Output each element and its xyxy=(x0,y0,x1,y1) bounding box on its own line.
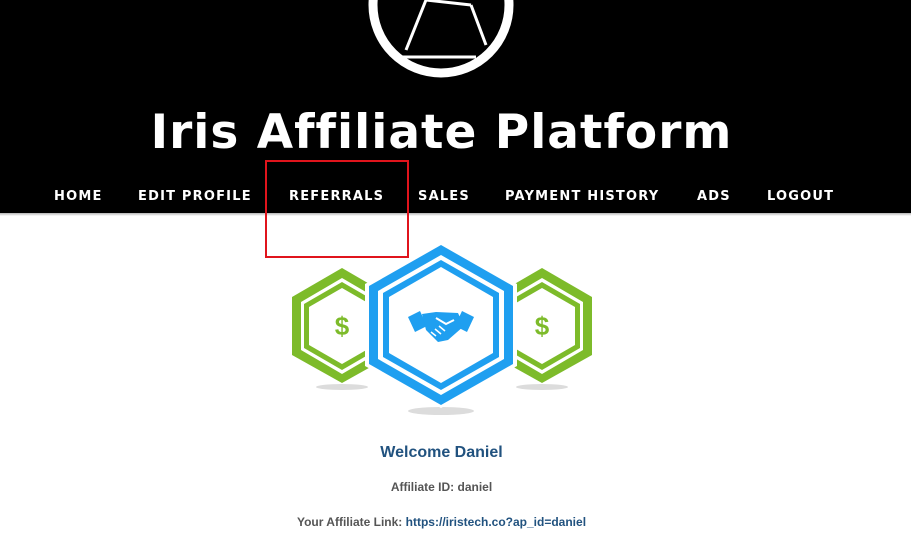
affiliate-id: Affiliate ID: daniel xyxy=(0,480,883,494)
affiliate-link-url[interactable]: https://iristech.co?ap_id=daniel xyxy=(406,515,586,529)
affiliate-id-label: Affiliate ID: xyxy=(390,480,455,494)
site-title: Iris Affiliate Platform xyxy=(150,105,733,160)
nav-home[interactable]: HOME xyxy=(54,188,103,206)
header-shadow xyxy=(0,206,911,216)
welcome-message: Welcome Daniel xyxy=(380,444,503,461)
nav-ads[interactable]: ADS xyxy=(697,188,731,206)
nav-logout[interactable]: LOGOUT xyxy=(767,188,834,206)
site-header: Iris Affiliate Platform HOME EDIT PROFIL… xyxy=(0,0,911,213)
nav-edit-profile[interactable]: EDIT PROFILE xyxy=(138,188,252,206)
affiliate-id-value: daniel xyxy=(457,480,493,494)
affiliate-link: Your Affiliate Link: https://iristech.co… xyxy=(0,515,883,529)
main-nav: HOME EDIT PROFILE REFERRALS SALES PAYMEN… xyxy=(0,188,911,208)
affiliate-link-label: Your Affiliate Link: xyxy=(296,515,403,529)
svg-text:$: $ xyxy=(535,311,550,341)
svg-text:$: $ xyxy=(335,311,350,341)
nav-sales[interactable]: SALES xyxy=(418,188,470,206)
nav-payment-history[interactable]: PAYMENT HISTORY xyxy=(505,188,659,206)
aperture-icon xyxy=(368,0,514,78)
left-badge-shadow xyxy=(316,384,368,390)
right-badge-shadow xyxy=(516,384,568,390)
handshake-icon xyxy=(365,242,517,408)
affiliate-hero-graphic: $ $ xyxy=(292,242,592,415)
center-badge-shadow xyxy=(408,407,474,415)
